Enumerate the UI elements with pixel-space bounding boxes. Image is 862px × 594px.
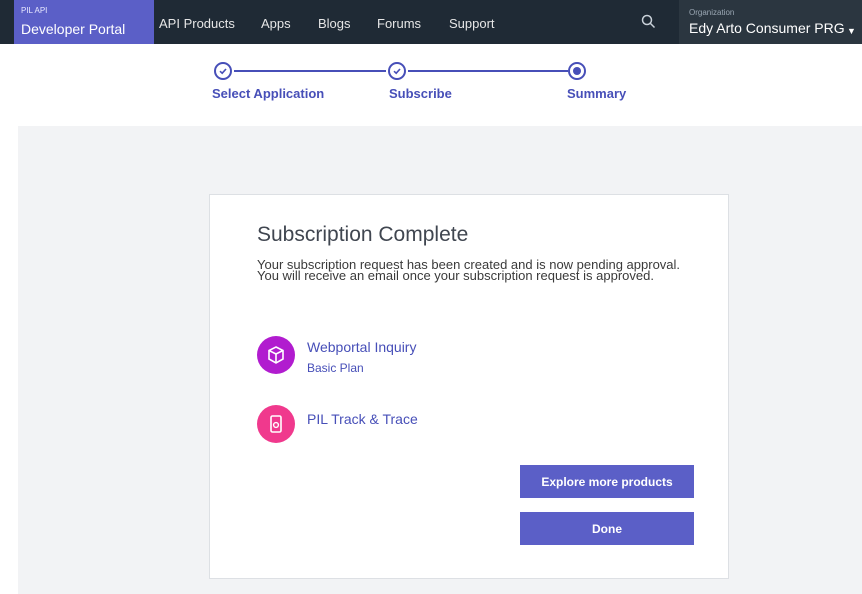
main-content: Subscription Complete Your subscription … <box>18 126 862 594</box>
cube-icon <box>257 336 295 374</box>
brand-title: Developer Portal <box>21 21 126 37</box>
brand-subtitle: PIL API <box>21 6 48 15</box>
stepper-connector <box>408 70 568 72</box>
step-label-summary: Summary <box>567 86 627 101</box>
step-complete-check-icon <box>214 62 232 80</box>
subscription-complete-card: Subscription Complete Your subscription … <box>209 194 729 579</box>
done-button[interactable]: Done <box>520 512 694 545</box>
organization-selector[interactable]: Organization Edy Arto Consumer PRG ▼ <box>679 0 862 44</box>
organization-label: Organization <box>689 8 735 17</box>
step-label-select-application: Select Application <box>212 86 325 101</box>
chevron-down-icon: ▼ <box>847 26 856 36</box>
product-plan: Basic Plan <box>307 361 364 375</box>
nav-forums[interactable]: Forums <box>377 16 421 31</box>
explore-more-products-button[interactable]: Explore more products <box>520 465 694 498</box>
progress-stepper: Select Application Subscribe Summary <box>0 44 862 126</box>
product-name-webportal-inquiry[interactable]: Webportal Inquiry <box>307 339 416 355</box>
page-title: Subscription Complete <box>257 223 469 246</box>
nav-api-products[interactable]: API Products <box>159 16 235 31</box>
mobile-icon <box>257 405 295 443</box>
step-current-dot-icon <box>568 62 586 80</box>
stepper-connector <box>234 70 386 72</box>
search-icon[interactable] <box>640 13 658 31</box>
nav-blogs[interactable]: Blogs <box>318 16 351 31</box>
confirmation-message: Your subscription request has been creat… <box>257 257 681 283</box>
brand-logo[interactable]: PIL API Developer Portal <box>14 0 154 44</box>
step-complete-check-icon <box>388 62 406 80</box>
organization-name: Edy Arto Consumer PRG <box>689 20 845 36</box>
product-name-pil-track-trace[interactable]: PIL Track & Trace <box>307 411 418 427</box>
top-navigation-bar: PIL API Developer Portal API Products Ap… <box>0 0 862 44</box>
nav-support[interactable]: Support <box>449 16 495 31</box>
nav-apps[interactable]: Apps <box>261 16 291 31</box>
step-label-subscribe: Subscribe <box>389 86 452 101</box>
